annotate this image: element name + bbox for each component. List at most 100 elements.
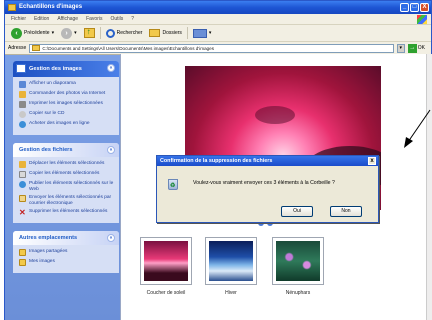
folder-icon (32, 45, 41, 51)
chevron-down-icon: ▾ (51, 30, 55, 36)
menu-file[interactable]: Fichier (11, 16, 26, 22)
file-tasks-panel: Gestion des fichiers « Déplacer les élém… (13, 143, 119, 223)
task-move[interactable]: Déplacer les éléments sélectionnés (19, 161, 115, 168)
thumbnail-winter[interactable] (205, 237, 257, 285)
thumbnail-label: Nénuphars (285, 290, 311, 296)
toolbar-separator (186, 27, 188, 39)
vertical-scrollbar[interactable] (426, 54, 432, 320)
task-email[interactable]: Envoyer les éléments sélectionnés par co… (19, 195, 115, 206)
search-button[interactable]: Rechercher (104, 27, 145, 40)
title-bar[interactable]: Echantillons d'images _ □ X (5, 1, 431, 14)
task-copy[interactable]: Copier les éléments sélectionnés (19, 171, 115, 178)
delete-icon: ✕ (19, 208, 26, 217)
thumbnail-label: Hiver (225, 290, 237, 296)
image-tasks-title: Gestion des images (29, 66, 82, 72)
maximize-button[interactable]: □ (410, 3, 419, 12)
task-label: Commander des photos via Internet (29, 91, 106, 96)
task-slideshow[interactable]: Afficher un diaporama (19, 81, 115, 88)
windows-logo-icon (417, 15, 427, 24)
thumbnail-image (144, 241, 188, 281)
collapse-icon[interactable]: « (107, 146, 115, 154)
up-folder-icon (83, 27, 95, 38)
thumbnail-image (276, 241, 320, 281)
collapse-icon[interactable]: « (107, 64, 115, 72)
dialog-close-button[interactable]: x (368, 157, 376, 165)
up-folder-button[interactable] (82, 27, 97, 40)
views-button[interactable]: ▾ (191, 27, 214, 40)
search-icon (105, 28, 115, 38)
globe-icon (19, 121, 26, 128)
folders-button[interactable]: Dossiers (147, 27, 183, 40)
chevron-down-icon: ▾ (208, 30, 212, 36)
thumbnail-image (209, 241, 253, 281)
go-label: OK (417, 45, 425, 51)
delete-confirmation-dialog: Confirmation de la suppression des fichi… (156, 155, 379, 223)
minimize-button[interactable]: _ (400, 3, 409, 12)
task-label: Envoyer les éléments sélectionnés par co… (29, 195, 112, 206)
task-label: Publier les éléments sélectionnés sur le… (29, 181, 114, 192)
address-label: Adresse (8, 45, 27, 51)
views-icon (192, 28, 207, 38)
other-places-title: Autres emplacements (19, 235, 78, 241)
thumbnail-sunset[interactable] (140, 237, 192, 285)
image-tasks-header[interactable]: Gestion des images « (13, 61, 119, 77)
dialog-title-bar[interactable]: Confirmation de la suppression des fichi… (157, 156, 378, 166)
thumbnail-water-lilies[interactable] (272, 237, 324, 285)
place-label: Images partagées (29, 249, 68, 254)
task-copy-cd[interactable]: Copier sur le CD (19, 111, 115, 118)
address-field[interactable]: C:\Documents and Settings\All Users\Docu… (29, 43, 394, 53)
task-order-prints[interactable]: Commander des photos via Internet (19, 91, 115, 98)
menu-bar: Fichier Edition Affichage Favoris Outils… (5, 14, 431, 25)
back-button[interactable]: ‹ Précédente ▾ (9, 27, 56, 40)
other-places-panel: Autres emplacements « Images partagées M… (13, 231, 119, 273)
back-label: Précédente (24, 30, 50, 36)
task-print-images[interactable]: Imprimer les images sélectionnées (19, 101, 115, 108)
task-label: Afficher un diaporama (29, 81, 76, 86)
menu-edit[interactable]: Edition (34, 16, 49, 22)
no-button[interactable]: Non (330, 206, 362, 217)
cloud-shape (255, 106, 295, 124)
slideshow-icon (19, 81, 26, 88)
image-tasks-panel: Gestion des images « Afficher un diapora… (13, 61, 119, 135)
dialog-message: Voulez-vous vraiment envoyer ces 3 éléme… (193, 180, 335, 186)
task-label: Supprimer les éléments sélectionnés (29, 209, 108, 214)
printer-icon (19, 101, 26, 108)
go-button[interactable]: → OK (407, 43, 431, 53)
menu-view[interactable]: Affichage (57, 16, 78, 22)
close-button[interactable]: X (420, 3, 429, 12)
folders-label: Dossiers (162, 30, 182, 36)
toolbar-separator (99, 27, 101, 39)
folder-icon (8, 4, 16, 11)
menu-favorites[interactable]: Favoris (86, 16, 102, 22)
publish-web-icon (19, 181, 26, 188)
task-delete[interactable]: ✕ Supprimer les éléments sélectionnés (19, 208, 115, 217)
task-pane: Gestion des images « Afficher un diapora… (5, 55, 125, 320)
place-label: Mes images (29, 259, 55, 264)
forward-button[interactable]: › ▾ (59, 27, 79, 40)
move-icon (19, 161, 26, 168)
email-icon (19, 195, 26, 202)
chevron-down-icon: ▾ (74, 30, 77, 36)
task-label: Imprimer les images sélectionnées (29, 101, 103, 106)
address-dropdown-button[interactable]: ▾ (396, 43, 405, 53)
yes-button[interactable]: Oui (281, 206, 313, 217)
task-publish-web[interactable]: Publier les éléments sélectionnés sur le… (19, 181, 115, 192)
folder-icon (19, 259, 26, 266)
address-path: C:\Documents and Settings\All Users\Docu… (42, 45, 215, 51)
collapse-icon[interactable]: « (107, 234, 115, 242)
dialog-title: Confirmation de la suppression des fichi… (160, 158, 273, 164)
toolbar: ‹ Précédente ▾ › ▾ Rechercher Dossiers ▾ (5, 25, 431, 42)
back-arrow-icon: ‹ (11, 27, 22, 39)
forward-arrow-icon: › (61, 27, 73, 39)
task-buy-online[interactable]: Acheter des images en ligne (19, 121, 115, 128)
place-my-pictures[interactable]: Mes images (19, 259, 115, 266)
other-places-header[interactable]: Autres emplacements « (13, 231, 119, 245)
file-tasks-header[interactable]: Gestion des fichiers « (13, 143, 119, 157)
menu-tools[interactable]: Outils (110, 16, 123, 22)
folders-icon (149, 29, 161, 37)
thumbnail-label: Coucher de soleil (146, 290, 186, 296)
menu-help[interactable]: ? (131, 16, 134, 22)
folder-icon (19, 249, 26, 256)
order-prints-icon (19, 91, 26, 98)
place-shared-pictures[interactable]: Images partagées (19, 249, 115, 256)
